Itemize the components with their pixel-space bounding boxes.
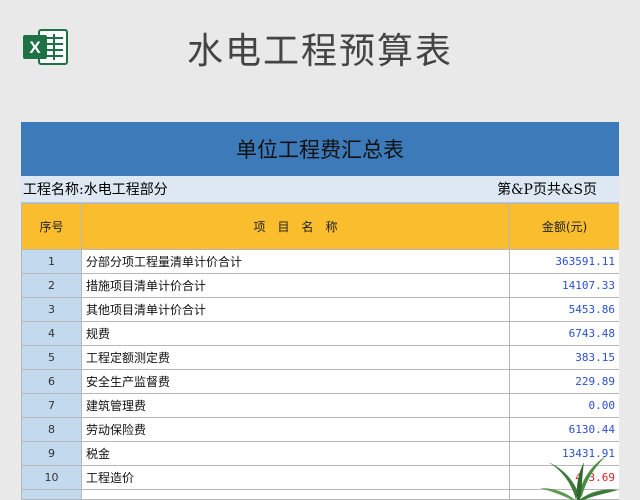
table-row: 4 规费 6743.48 [21,321,619,346]
row-number-empty [21,489,82,500]
project-name: 工程名称:水电工程部分 [23,182,168,198]
column-header-item-name: 项 目 名 称 [81,203,510,250]
column-header-number: 序号 [21,203,82,250]
row-name: 规费 [81,321,510,346]
column-header-amount: 金额(元) [509,203,619,250]
row-amount-empty [509,489,619,500]
row-number: 10 [21,465,82,490]
row-number: 8 [21,417,82,442]
row-amount: 13431.91 [509,441,619,466]
table-row: 3 其他项目清单计价合计 5453.86 [21,297,619,322]
table-row-partial [21,489,619,500]
row-amount: 229.89 [509,369,619,394]
row-number: 1 [21,249,82,274]
row-amount: 363591.11 [509,249,619,274]
table-row: 6 安全生产监督费 229.89 [21,369,619,394]
row-number: 7 [21,393,82,418]
table-row: 7 建筑管理费 0.00 [21,393,619,418]
row-amount: 14107.33 [509,273,619,298]
row-name: 工程造价 [81,465,510,490]
row-number: 2 [21,273,82,298]
row-name: 建筑管理费 [81,393,510,418]
table-row: 5 工程定额测定费 383.15 [21,345,619,370]
table-header-row: 序号 项 目 名 称 金额(元) [21,203,619,250]
row-name: 其他项目清单计价合计 [81,297,510,322]
row-amount: 6130.44 [509,417,619,442]
info-row: 工程名称:水电工程部分 第&P页共&S页 [21,176,619,203]
cost-summary-table: 序号 项 目 名 称 金额(元) 1 分部分项工程量清单计价合计 363591.… [21,203,619,500]
row-number: 9 [21,441,82,466]
row-name: 措施项目清单计价合计 [81,273,510,298]
row-name: 分部分项工程量清单计价合计 [81,249,510,274]
row-amount: 4 3.69 [509,465,619,490]
table-row: 8 劳动保险费 6130.44 [21,417,619,442]
row-number: 3 [21,297,82,322]
row-amount: 0.00 [509,393,619,418]
table-row: 2 措施项目清单计价合计 14107.33 [21,273,619,298]
table-row-total: 10 工程造价 4 3.69 [21,465,619,490]
page-title: 水电工程预算表 [186,31,453,72]
row-name: 安全生产监督费 [81,369,510,394]
row-number: 5 [21,345,82,370]
row-number: 6 [21,369,82,394]
row-amount: 5453.86 [509,297,619,322]
sheet-title: 单位工程费汇总表 [21,122,619,176]
row-name: 税金 [81,441,510,466]
table-row: 9 税金 13431.91 [21,441,619,466]
row-name: 劳动保险费 [81,417,510,442]
spreadsheet: 单位工程费汇总表 工程名称:水电工程部分 第&P页共&S页 序号 项 目 名 称… [21,122,619,500]
row-amount: 6743.48 [509,321,619,346]
page-header: X 水电工程预算表 [0,0,640,100]
row-name: 工程定额测定费 [81,345,510,370]
row-name-empty [81,489,510,500]
row-number: 4 [21,321,82,346]
row-amount: 383.15 [509,345,619,370]
page-info: 第&P页共&S页 [497,182,597,198]
table-row: 1 分部分项工程量清单计价合计 363591.11 [21,249,619,274]
